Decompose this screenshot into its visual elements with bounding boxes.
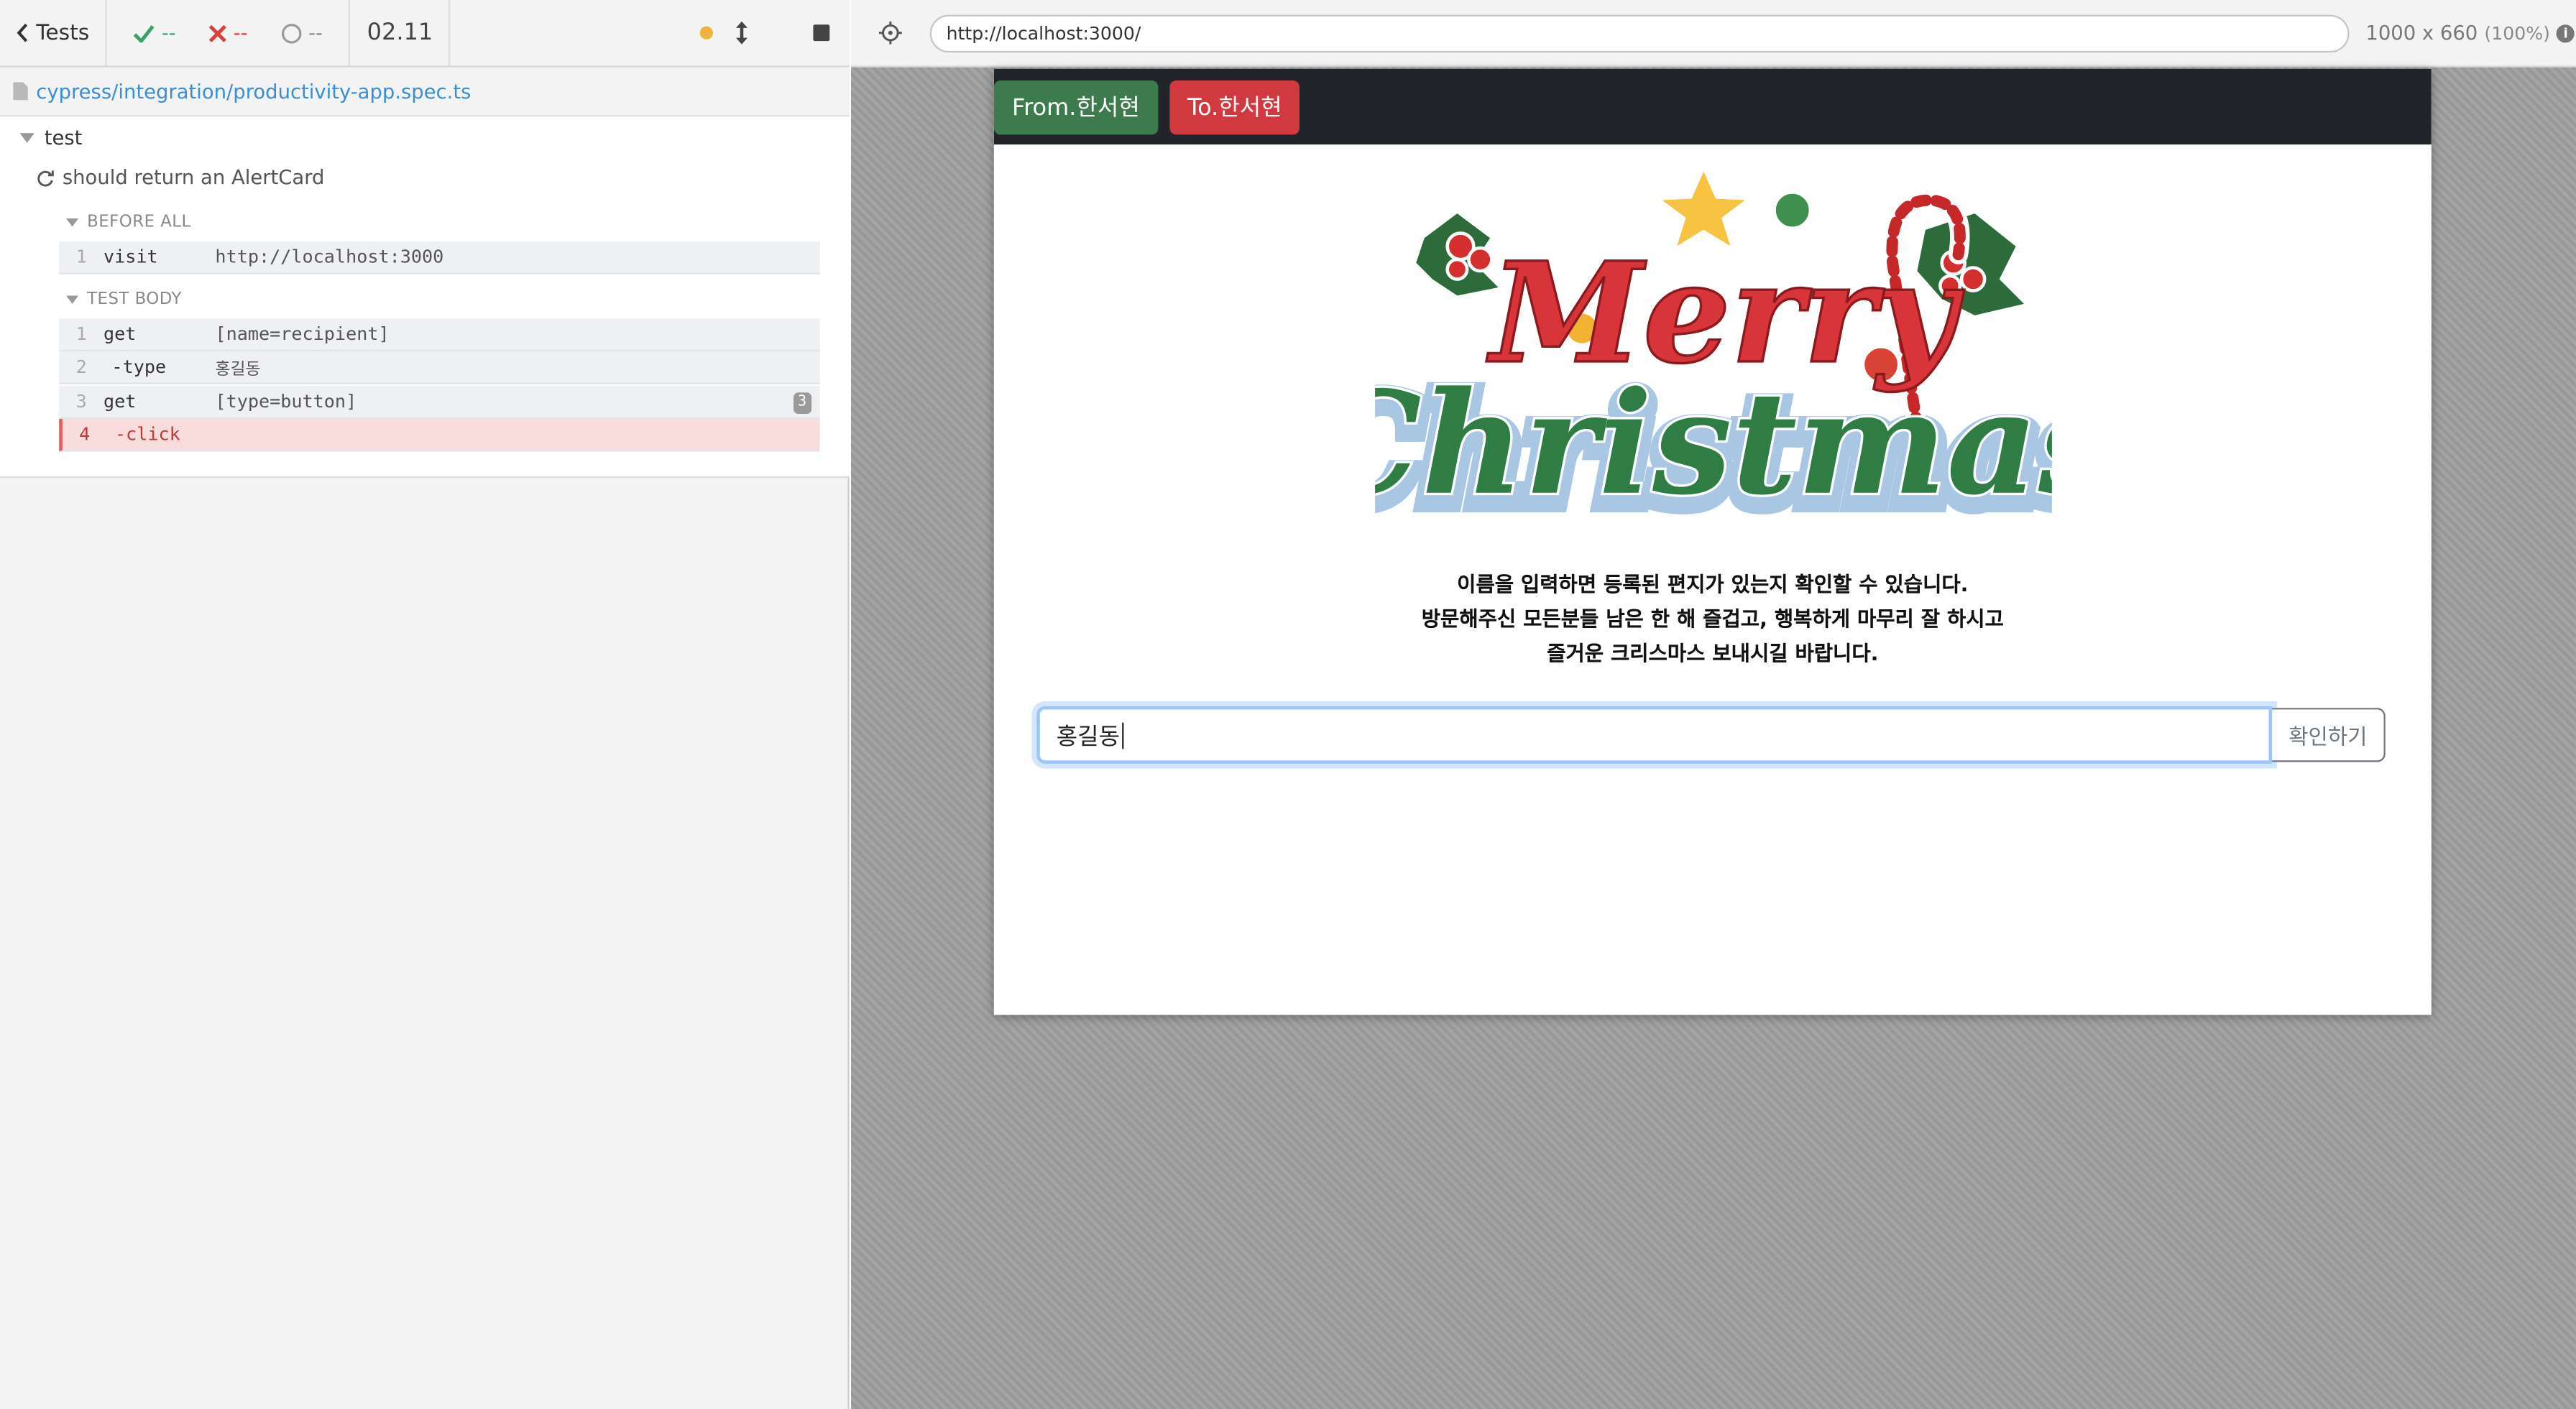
from-button[interactable]: From.한서현 [993, 79, 1158, 134]
test-counts: -- -- -- [107, 0, 351, 66]
to-button[interactable]: To.한서현 [1169, 79, 1300, 134]
info-icon[interactable]: i [2557, 24, 2575, 42]
message-line: 즐거운 크리스마스 보내시길 바랍니다. [1547, 640, 1879, 665]
command-name: get [103, 390, 137, 412]
command-row[interactable]: 1 visit http://localhost:3000 [59, 241, 820, 274]
spec-file-bar: cypress/integration/productivity-app.spe… [0, 67, 850, 117]
element-count-badge: 3 [793, 392, 812, 414]
caret-down-icon [65, 295, 79, 303]
recipient-form: 홍길동 확인하기 [1036, 706, 2386, 764]
command-name: visit [103, 246, 158, 268]
auto-scroll-icon[interactable] [735, 21, 748, 45]
intro-message: 이름을 입력하면 등록된 편지가 있는지 확인할 수 있습니다. 방문해주신 모… [994, 567, 2432, 670]
pending-count: -- [280, 22, 323, 45]
x-icon [208, 24, 227, 42]
viewport-info: 1000 x 660 (100%) i [2365, 22, 2575, 45]
stats-bar: Tests -- -- -- 02.11 [0, 0, 850, 68]
suite-title[interactable]: test [19, 123, 82, 152]
caret-down-icon [19, 133, 34, 143]
recipient-input[interactable]: 홍길동 [1036, 706, 2273, 764]
aut-header: http://localhost:3000/ 1000 x 660 (100%)… [850, 0, 2576, 68]
command-number: 2 [75, 356, 87, 378]
tests-button[interactable]: Tests [0, 0, 108, 66]
spinner-icon [37, 170, 54, 186]
command-row-failed[interactable]: 4 -click [59, 418, 820, 452]
failed-count: -- [208, 22, 247, 45]
aut-stage: From.한서현 To.한서현 Christmas Merry [850, 67, 2576, 1409]
message-line: 이름을 입력하면 등록된 편지가 있는지 확인할 수 있습니다. [1457, 571, 1969, 596]
cypress-runner: Tests -- -- -- 02.11 cypress/integration… [0, 0, 2576, 1409]
tests-label: Tests [36, 20, 90, 45]
command-message: [name=recipient] [215, 323, 390, 345]
command-message: http://localhost:3000 [215, 246, 444, 268]
circle-icon [281, 22, 301, 43]
app-navbar: From.한서현 To.한서현 [993, 68, 2432, 145]
command-number: 3 [75, 390, 87, 412]
holly-left-icon [1416, 213, 1499, 296]
passed-count: -- [134, 22, 176, 45]
message-line: 방문해주신 모든분들 남은 한 해 즐겁고, 행복하게 마무리 잘 하시고 [1421, 606, 2004, 631]
selector-playground-button[interactable] [851, 21, 930, 45]
command-number: 1 [75, 246, 87, 268]
spec-path-link[interactable]: cypress/integration/productivity-app.spe… [36, 80, 471, 103]
check-icon [134, 24, 155, 42]
ornament-icon [1772, 190, 1813, 230]
chevron-left-icon [17, 23, 28, 42]
running-indicator-icon [699, 26, 713, 40]
command-number: 1 [75, 323, 87, 345]
app-iframe: From.한서현 To.한서현 Christmas Merry [993, 68, 2432, 1015]
viewport-size: 1000 x 660 [2365, 21, 2478, 45]
command-row[interactable]: 1 get [name=recipient] [59, 318, 820, 352]
text-caret [1121, 721, 1123, 749]
test-title[interactable]: should return an AlertCard [36, 162, 324, 192]
command-name: -type [111, 356, 167, 378]
url-bar[interactable]: http://localhost:3000/ [929, 14, 2350, 52]
viewport-scale: (100%) [2484, 22, 2550, 44]
command-number: 4 [79, 423, 91, 445]
merry-christmas-logo: Christmas Merry [1375, 164, 2052, 542]
caret-down-icon [65, 217, 79, 226]
command-message: 홍길동 [215, 361, 261, 379]
hook-before-all[interactable]: BEFORE ALL [65, 211, 190, 234]
command-row[interactable]: 2 -type 홍길동 [59, 351, 820, 384]
crosshair-icon [878, 21, 902, 45]
file-icon [13, 82, 28, 101]
command-name: -click [114, 423, 180, 445]
svg-text:Christmas: Christmas [1375, 361, 2052, 527]
stop-icon[interactable] [813, 24, 830, 42]
run-duration: 02.11 [351, 0, 451, 66]
command-message: [type=button] [215, 390, 357, 412]
runnables-list: test should return an AlertCard BEFORE A… [0, 116, 850, 479]
reporter-panel: Tests -- -- -- 02.11 cypress/integration… [0, 0, 850, 1409]
command-name: get [103, 323, 137, 345]
runner-controls [699, 0, 850, 65]
confirm-button[interactable]: 확인하기 [2272, 708, 2386, 762]
hook-test-body[interactable]: TEST BODY [65, 287, 182, 310]
command-row[interactable]: 3 get [type=button] 3 [59, 386, 820, 419]
